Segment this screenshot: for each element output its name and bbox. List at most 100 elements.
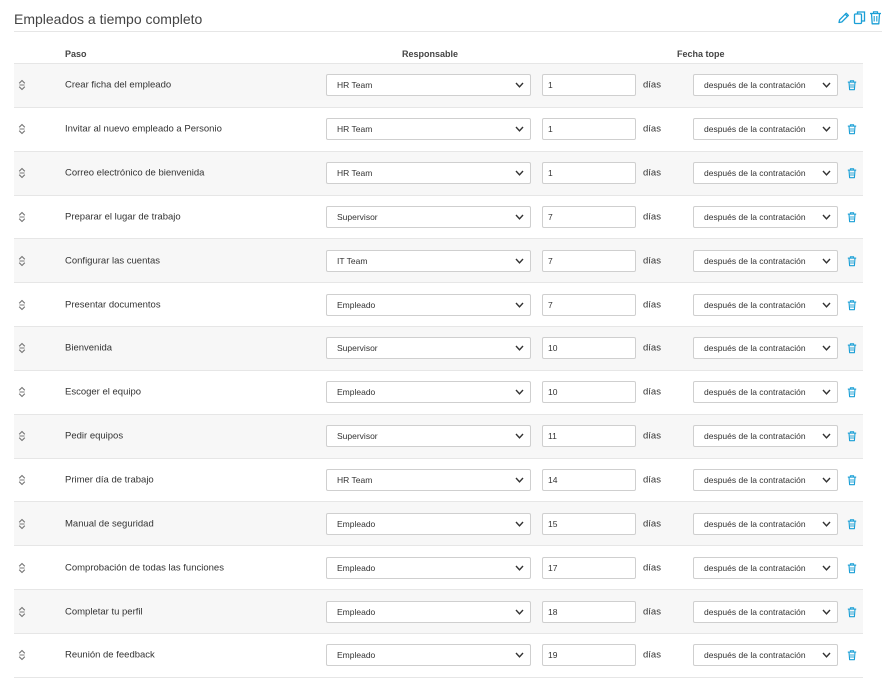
- chevron-down-icon: [515, 565, 524, 571]
- owner-select-value: Empleado: [337, 518, 376, 529]
- days-unit-label: días: [643, 79, 661, 91]
- delete-step-icon[interactable]: [847, 299, 857, 310]
- deadline-relation-select[interactable]: después de la contratación: [693, 162, 838, 185]
- owner-select[interactable]: IT Team: [326, 249, 531, 272]
- days-input[interactable]: [542, 337, 636, 360]
- owner-select-value: HR Team: [337, 80, 373, 91]
- chevron-down-icon: [515, 609, 524, 615]
- table-row: Crear ficha del empleado HR Team días de…: [14, 64, 863, 108]
- drag-handle-icon[interactable]: [18, 650, 26, 661]
- days-input[interactable]: [542, 74, 636, 97]
- owner-select-value: Supervisor: [337, 343, 378, 354]
- delete-step-icon[interactable]: [847, 168, 857, 179]
- delete-step-icon[interactable]: [847, 80, 857, 91]
- delete-step-icon[interactable]: [847, 211, 857, 223]
- days-input[interactable]: [542, 381, 636, 404]
- delete-step-icon[interactable]: [847, 606, 857, 617]
- table-row: Comprobación de todas las funciones Empl…: [14, 546, 863, 591]
- owner-select[interactable]: Empleado: [326, 381, 531, 404]
- delete-step-icon[interactable]: [847, 562, 857, 573]
- step-name: Bienvenida: [65, 342, 113, 354]
- deadline-relation-select[interactable]: después de la contratación: [693, 293, 838, 316]
- drag-handle-icon[interactable]: [18, 430, 26, 442]
- days-input[interactable]: [542, 512, 636, 535]
- days-input[interactable]: [542, 644, 636, 667]
- deadline-relation-select[interactable]: después de la contratación: [693, 74, 838, 97]
- deadline-relation-select[interactable]: después de la contratación: [693, 425, 838, 448]
- step-name: Manual de seguridad: [65, 518, 154, 530]
- chevron-down-icon: [822, 346, 831, 352]
- chevron-down-icon: [822, 126, 831, 133]
- days-input[interactable]: [542, 118, 636, 141]
- delete-step-icon[interactable]: [847, 343, 857, 354]
- trash-icon[interactable]: [869, 10, 882, 25]
- delete-step-icon[interactable]: [847, 387, 857, 398]
- drag-handle-icon[interactable]: [18, 167, 26, 179]
- delete-step-icon[interactable]: [847, 124, 857, 135]
- drag-handle-icon[interactable]: [18, 255, 26, 267]
- deadline-relation-select[interactable]: después de la contratación: [693, 118, 838, 141]
- drag-handle-icon[interactable]: [18, 299, 26, 310]
- step-name: Presentar documentos: [65, 299, 161, 311]
- deadline-relation-select[interactable]: después de la contratación: [693, 512, 838, 535]
- days-input[interactable]: [542, 205, 636, 228]
- owner-select-value: Empleado: [337, 387, 376, 398]
- deadline-relation-select[interactable]: después de la contratación: [693, 381, 838, 404]
- owner-select[interactable]: Empleado: [326, 512, 531, 535]
- owner-select[interactable]: Empleado: [326, 644, 531, 667]
- delete-step-icon[interactable]: [847, 255, 857, 267]
- drag-handle-icon[interactable]: [18, 606, 26, 617]
- days-input[interactable]: [542, 249, 636, 272]
- days-unit-label: días: [643, 430, 661, 442]
- deadline-relation-select[interactable]: después de la contratación: [693, 205, 838, 228]
- days-input[interactable]: [542, 425, 636, 448]
- days-input[interactable]: [542, 162, 636, 185]
- delete-step-icon[interactable]: [847, 475, 857, 486]
- deadline-relation-value: después de la contratación: [704, 475, 806, 486]
- pencil-icon[interactable]: [837, 10, 850, 25]
- owner-select[interactable]: Supervisor: [326, 205, 531, 228]
- table-row: Presentar documentos Empleado días despu…: [14, 283, 863, 328]
- deadline-relation-value: después de la contratación: [704, 299, 806, 310]
- deadline-relation-value: después de la contratación: [704, 211, 806, 222]
- days-input[interactable]: [542, 600, 636, 623]
- chevron-down-icon: [822, 82, 831, 89]
- steps-table: Crear ficha del empleado HR Team días de…: [14, 63, 863, 678]
- days-unit-label: días: [643, 299, 661, 311]
- owner-select[interactable]: Empleado: [326, 293, 531, 316]
- drag-handle-icon[interactable]: [18, 474, 26, 486]
- deadline-relation-select[interactable]: después de la contratación: [693, 249, 838, 272]
- days-input[interactable]: [542, 293, 636, 316]
- owner-select[interactable]: HR Team: [326, 74, 531, 97]
- copy-icon[interactable]: [853, 10, 866, 25]
- owner-select[interactable]: HR Team: [326, 118, 531, 141]
- drag-handle-icon[interactable]: [18, 80, 26, 91]
- deadline-relation-select[interactable]: después de la contratación: [693, 644, 838, 667]
- delete-step-icon[interactable]: [847, 431, 857, 442]
- drag-handle-icon[interactable]: [18, 343, 26, 354]
- owner-select[interactable]: Empleado: [326, 556, 531, 579]
- drag-handle-icon[interactable]: [18, 387, 26, 398]
- days-input[interactable]: [542, 556, 636, 579]
- days-unit-label: días: [643, 386, 661, 398]
- owner-select[interactable]: HR Team: [326, 162, 531, 185]
- drag-handle-icon[interactable]: [18, 562, 26, 573]
- drag-handle-icon[interactable]: [18, 211, 26, 223]
- deadline-relation-select[interactable]: después de la contratación: [693, 600, 838, 623]
- drag-handle-icon[interactable]: [18, 518, 26, 530]
- delete-step-icon[interactable]: [847, 518, 857, 530]
- owner-select[interactable]: Empleado: [326, 600, 531, 623]
- table-row: Reunión de feedback Empleado días despué…: [14, 633, 863, 678]
- days-input[interactable]: [542, 469, 636, 492]
- chevron-down-icon: [822, 433, 831, 440]
- owner-select[interactable]: Supervisor: [326, 425, 531, 448]
- owner-select-value: Empleado: [337, 299, 376, 310]
- owner-select[interactable]: Supervisor: [326, 337, 531, 360]
- owner-select[interactable]: HR Team: [326, 469, 531, 492]
- deadline-relation-select[interactable]: después de la contratación: [693, 556, 838, 579]
- drag-handle-icon[interactable]: [18, 123, 26, 135]
- chevron-down-icon: [822, 302, 831, 308]
- deadline-relation-select[interactable]: después de la contratación: [693, 337, 838, 360]
- deadline-relation-select[interactable]: después de la contratación: [693, 469, 838, 492]
- delete-step-icon[interactable]: [847, 650, 857, 661]
